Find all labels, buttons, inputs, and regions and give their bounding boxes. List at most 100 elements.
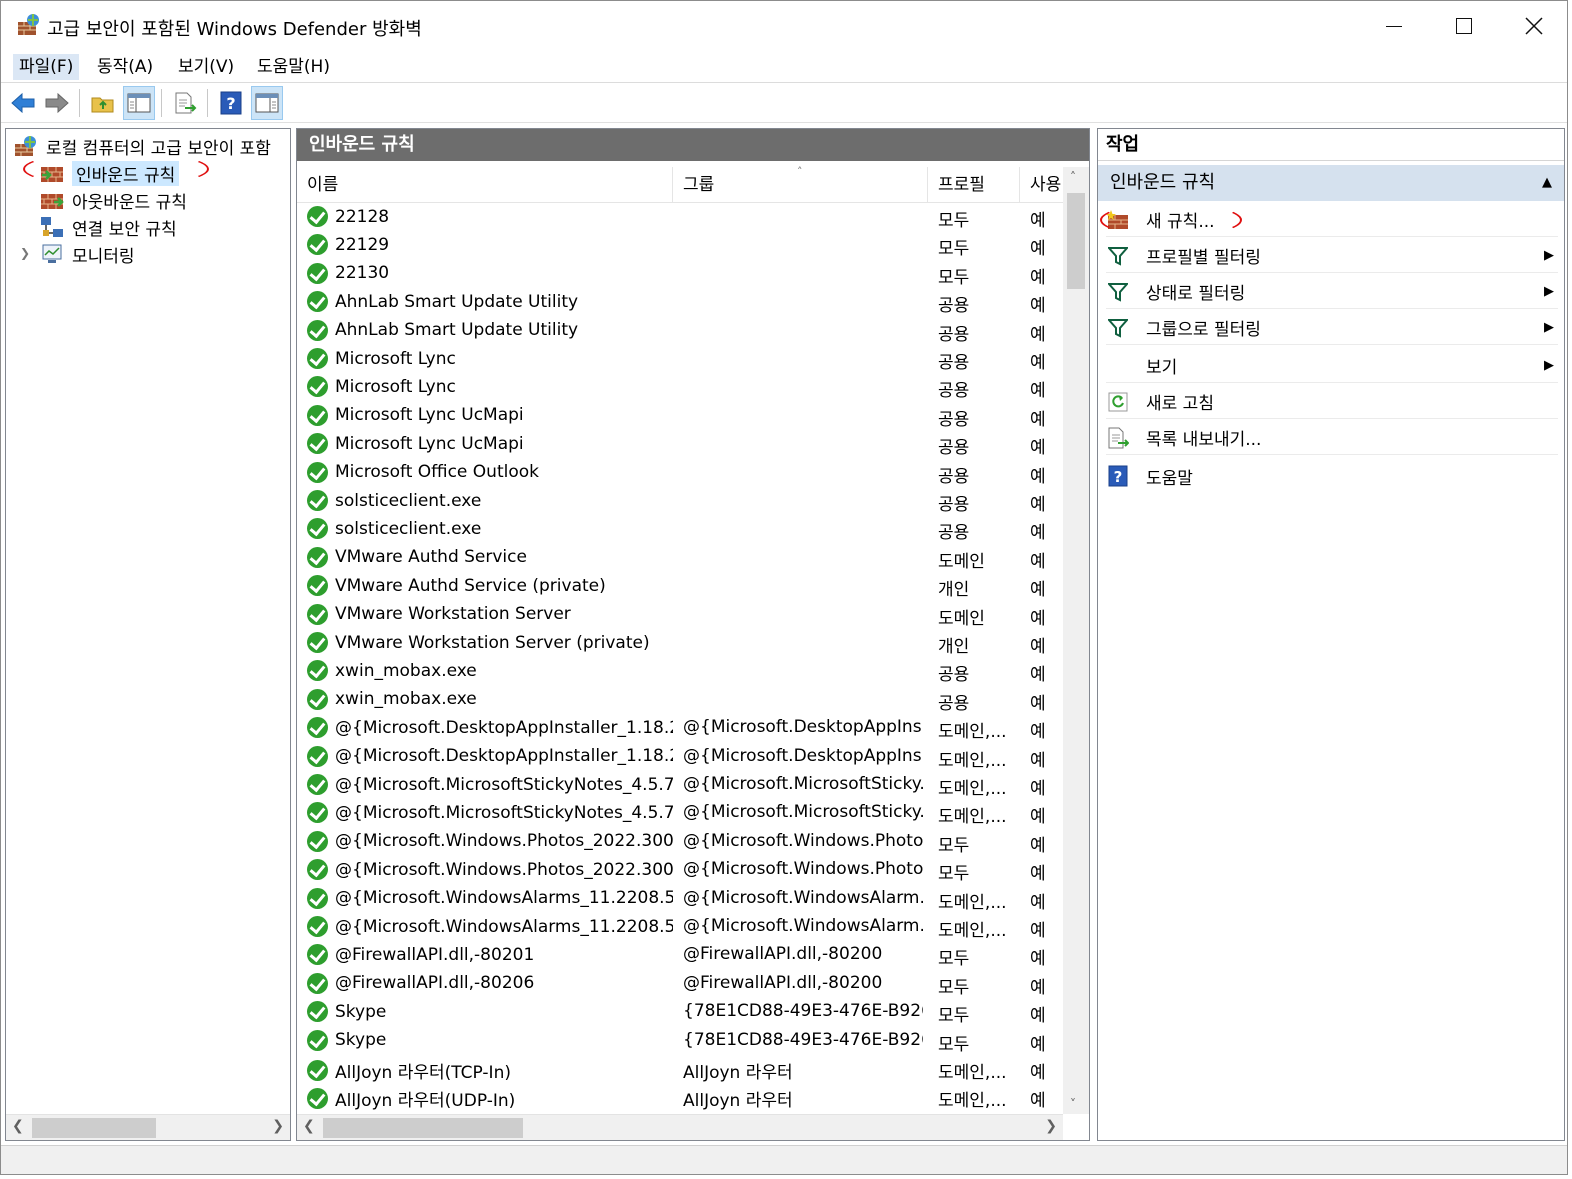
scroll-down-icon[interactable]: ˅ (1070, 1097, 1076, 1111)
table-row[interactable]: @{Microsoft.WindowsAlarms_11.2208.5.0_..… (297, 885, 1063, 913)
rule-name: @FirewallAPI.dll,-80206 (335, 973, 535, 994)
column-header-group[interactable]: 그룹 (673, 167, 928, 203)
table-row[interactable]: Microsoft Lync 공용 예 (297, 345, 1063, 373)
scroll-left-icon[interactable]: ❮ (303, 1118, 315, 1134)
rule-name-cell: xwin_mobax.exe (307, 688, 673, 710)
table-row[interactable]: Microsoft Office Outlook 공용 예 (297, 459, 1063, 487)
action-refresh[interactable]: 새로 고침 (1106, 385, 1558, 419)
table-row[interactable]: xwin_mobax.exe 공용 예 (297, 686, 1063, 714)
rule-enabled: 예 (1030, 353, 1046, 373)
toolbar-separator (79, 89, 80, 117)
action-filter-by-profile[interactable]: 프로필별 필터링 ▶ (1106, 239, 1558, 273)
tree-item-monitoring[interactable]: 모니터링 (40, 241, 135, 267)
action-view[interactable]: 보기 ▶ (1106, 349, 1558, 383)
rule-group: {78E1CD88-49E3-476E-B926-... (683, 1029, 923, 1050)
rule-profile: 도메인 (938, 551, 985, 572)
table-row[interactable]: Microsoft Lync UcMapi 공용 예 (297, 402, 1063, 430)
minimize-button[interactable] (1359, 1, 1429, 51)
enabled-check-icon (307, 916, 328, 937)
enabled-check-icon (307, 575, 328, 597)
tree-expand-chevron-icon[interactable]: ❯ (20, 246, 30, 260)
scrollbar-thumb[interactable] (323, 1118, 523, 1138)
actions-section-label: 인바운드 규칙 (1110, 172, 1216, 193)
svg-text:?: ? (226, 94, 235, 113)
enabled-check-icon (307, 774, 328, 795)
table-row[interactable]: AhnLab Smart Update Utility 공용 예 (297, 288, 1063, 316)
table-row[interactable]: 22128 모두 예 (297, 203, 1063, 231)
rules-list-pane: 인바운드 규칙 이름 ˄ 그룹 프로필 사용 22128 모두 예 22129 모두 예 2… (296, 128, 1090, 1141)
list-horizontal-scrollbar[interactable]: ❮ ❯ (297, 1114, 1063, 1140)
scroll-right-icon[interactable]: ❯ (272, 1118, 284, 1134)
rule-name-cell: 22129 (307, 234, 673, 256)
table-row[interactable]: AllJoyn 라우터(TCP-In) AllJoyn 라우터 도메인,... 예 (297, 1055, 1063, 1083)
table-row[interactable]: solsticeclient.exe 공용 예 (297, 515, 1063, 543)
table-row[interactable]: @{Microsoft.MicrosoftStickyNotes_4.5.7.0… (297, 799, 1063, 827)
table-row[interactable]: @FirewallAPI.dll,-80201 @FirewallAPI.dll,… (297, 941, 1063, 969)
table-row[interactable]: Skype {78E1CD88-49E3-476E-B926-... 모두 예 (297, 998, 1063, 1026)
action-help[interactable]: ? 도움말 (1106, 459, 1558, 493)
column-header-name[interactable]: 이름 (297, 167, 673, 203)
forward-button[interactable] (41, 86, 73, 120)
table-row[interactable]: VMware Workstation Server (private) 개인 예 (297, 629, 1063, 657)
rule-group: @{Microsoft.DesktopAppIns... (683, 745, 923, 766)
table-row[interactable]: @FirewallAPI.dll,-80206 @FirewallAPI.dll,… (297, 970, 1063, 998)
rule-name-cell: AhnLab Smart Update Utility (307, 319, 673, 341)
rule-name: solsticeclient.exe (335, 518, 482, 539)
scroll-left-icon[interactable]: ❮ (12, 1118, 24, 1134)
rule-name-cell: @{Microsoft.DesktopAppInstaller_1.18.269… (307, 745, 673, 767)
table-row[interactable]: @{Microsoft.Windows.Photos_2022.30070...… (297, 828, 1063, 856)
enabled-check-icon (307, 490, 328, 511)
menu-action[interactable]: 동작(A) (91, 54, 159, 80)
table-row[interactable]: Microsoft Lync 공용 예 (297, 373, 1063, 401)
collapse-up-icon[interactable]: ▲ (1542, 165, 1552, 201)
rule-profile: 공용 (938, 324, 970, 345)
table-row[interactable]: AhnLab Smart Update Utility 공용 예 (297, 317, 1063, 345)
table-row[interactable]: solsticeclient.exe 공용 예 (297, 487, 1063, 515)
action-export-list[interactable]: 목록 내보내기... (1106, 421, 1558, 455)
scrollbar-thumb[interactable] (1067, 193, 1085, 289)
table-row[interactable]: @{Microsoft.DesktopAppInstaller_1.18.269… (297, 743, 1063, 771)
scroll-right-icon[interactable]: ❯ (1045, 1118, 1057, 1134)
help-button[interactable]: ? (215, 86, 247, 120)
actions-section-header[interactable]: 인바운드 규칙 ▲ (1098, 165, 1564, 201)
maximize-icon (1456, 18, 1472, 34)
scrollbar-thumb[interactable] (32, 1118, 156, 1138)
table-row[interactable]: 22130 모두 예 (297, 260, 1063, 288)
list-vertical-scrollbar[interactable]: ˄ ˅ (1063, 167, 1089, 1114)
enabled-check-icon (307, 1029, 328, 1051)
table-row[interactable]: VMware Authd Service 도메인 예 (297, 544, 1063, 572)
table-row[interactable]: Microsoft Lync UcMapi 공용 예 (297, 430, 1063, 458)
menu-file[interactable]: 파일(F) (13, 54, 80, 80)
tree-horizontal-scrollbar[interactable]: ❮ ❯ (6, 1114, 290, 1140)
close-button[interactable] (1499, 1, 1567, 51)
menu-view[interactable]: 보기(V) (172, 54, 240, 80)
table-row[interactable]: VMware Authd Service (private) 개인 예 (297, 572, 1063, 600)
menu-help[interactable]: 도움말(H) (251, 54, 336, 80)
table-row[interactable]: @{Microsoft.MicrosoftStickyNotes_4.5.7.0… (297, 771, 1063, 799)
table-row[interactable]: @{Microsoft.WindowsAlarms_11.2208.5.0_..… (297, 913, 1063, 941)
table-row[interactable]: Skype {78E1CD88-49E3-476E-B926-... 모두 예 (297, 1027, 1063, 1055)
tree-item-outbound-rules[interactable]: 아웃바운드 규칙 (40, 187, 187, 213)
table-row[interactable]: @{Microsoft.DesktopAppInstaller_1.18.269… (297, 714, 1063, 742)
rule-name: @{Microsoft.DesktopAppInstaller_1.18.269… (335, 746, 673, 767)
maximize-button[interactable] (1429, 1, 1499, 51)
tree-item-connection-security-rules[interactable]: 연결 보안 규칙 (40, 214, 177, 240)
table-row[interactable]: AllJoyn 라우터(UDP-In) AllJoyn 라우터 도메인,... 예 (297, 1083, 1063, 1111)
show-hide-tree-button[interactable] (123, 86, 155, 120)
back-button[interactable] (7, 86, 39, 120)
table-row[interactable]: VMware Workstation Server 도메인 예 (297, 601, 1063, 629)
export-list-button[interactable] (169, 86, 201, 120)
action-filter-by-group[interactable]: 그룹으로 필터링 ▶ (1106, 311, 1558, 345)
table-row[interactable]: @{Microsoft.Windows.Photos_2022.30070...… (297, 856, 1063, 884)
column-header-profile[interactable]: 프로필 (928, 167, 1020, 203)
show-hide-action-pane-button[interactable] (251, 86, 283, 120)
scroll-up-icon[interactable]: ˄ (1070, 170, 1076, 184)
table-row[interactable]: xwin_mobax.exe 공용 예 (297, 657, 1063, 685)
up-button[interactable] (87, 86, 119, 120)
red-annotation-mark (23, 151, 209, 187)
enabled-check-icon (307, 859, 328, 881)
rule-group: @{Microsoft.WindowsAlarm... (683, 887, 923, 908)
column-header-enabled[interactable]: 사용 (1020, 167, 1063, 203)
action-filter-by-state[interactable]: 상태로 필터링 ▶ (1106, 275, 1558, 309)
table-row[interactable]: 22129 모두 예 (297, 231, 1063, 259)
